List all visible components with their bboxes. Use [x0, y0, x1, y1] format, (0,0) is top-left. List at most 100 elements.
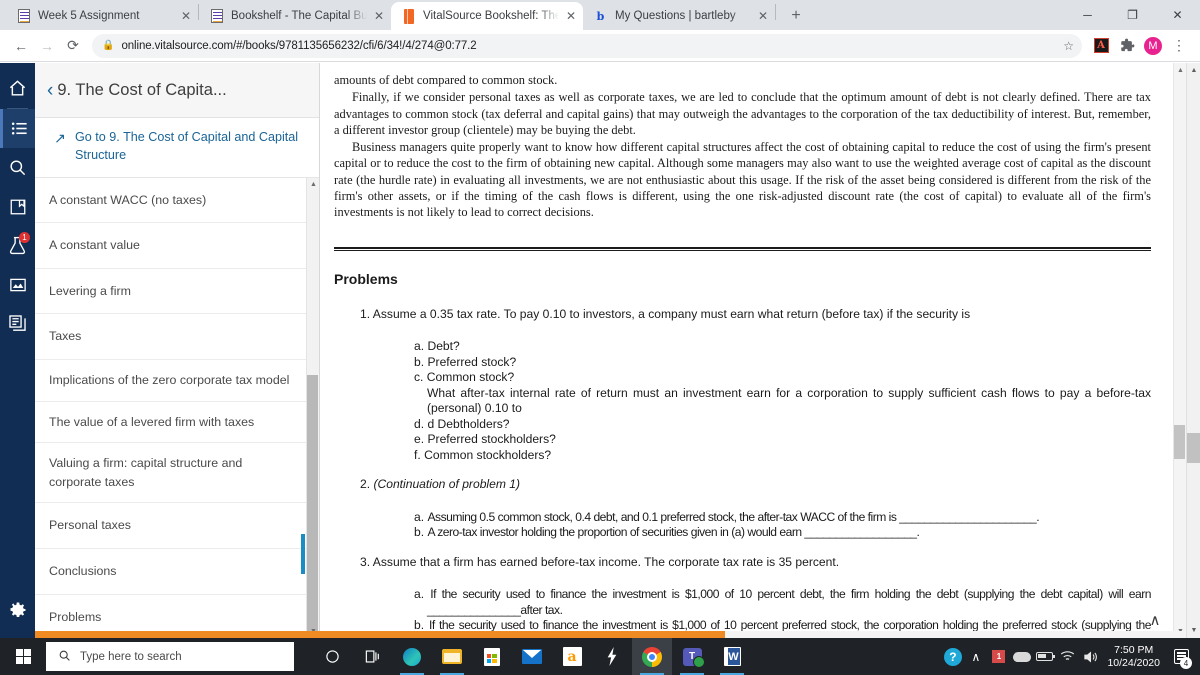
maximize-button[interactable]: ❐ — [1110, 0, 1155, 30]
profile-avatar[interactable]: M — [1140, 33, 1166, 59]
toc-item-2[interactable]: Levering a firm — [35, 269, 319, 315]
forward-icon[interactable]: → — [34, 33, 60, 59]
reload-icon[interactable]: ⟳ — [60, 33, 86, 59]
section-divider — [334, 246, 1151, 251]
pdf-glyph: A — [1093, 38, 1109, 53]
taskbar-file-explorer-button[interactable] — [432, 638, 472, 675]
rail-item-contents[interactable] — [0, 109, 35, 148]
reader-sidebar-rail: 1 — [0, 63, 35, 638]
mail-icon — [522, 649, 542, 664]
back-chevron-icon[interactable]: ‹ — [47, 81, 53, 100]
address-bar[interactable]: 🔒 online.vitalsource.com/#/books/9781135… — [92, 33, 1082, 58]
browser-scroll-up-icon[interactable]: ▲ — [1187, 63, 1200, 78]
problem-2-number: 2. — [360, 477, 371, 492]
taskbar-mail-button[interactable] — [512, 638, 552, 675]
toc-item-4[interactable]: Implications of the zero corporate tax m… — [35, 360, 319, 402]
taskbar-teams-button[interactable]: T — [672, 638, 712, 675]
amazon-icon: a — [562, 647, 582, 666]
taskbar-amazon-button[interactable]: a — [552, 638, 592, 675]
clock-time: 7:50 PM — [1114, 643, 1154, 656]
browser-tab-3[interactable]: b My Questions | bartleby ✕ — [583, 2, 775, 30]
scroll-to-top-icon[interactable]: ∧ — [1144, 610, 1166, 630]
close-icon[interactable]: ✕ — [178, 8, 194, 24]
teams-tray-icon[interactable]: 1 — [987, 638, 1010, 675]
toc-scrollbar-thumb[interactable] — [307, 374, 318, 638]
rail-item-home[interactable] — [0, 69, 35, 108]
section-heading-problems: Problems — [334, 270, 398, 287]
rail-item-notebook[interactable] — [0, 187, 35, 226]
rail-item-figures[interactable] — [0, 265, 35, 304]
reader-scrollbar-thumb[interactable] — [1174, 425, 1185, 459]
toc-item-1[interactable]: A constant value — [35, 223, 319, 269]
browser-tab-0[interactable]: Week 5 Assignment ✕ — [6, 2, 198, 30]
onedrive-cloud-icon[interactable] — [1010, 638, 1033, 675]
close-icon[interactable]: ✕ — [371, 8, 387, 24]
problem-1-number: 1. — [360, 306, 371, 321]
show-hidden-icons-chevron[interactable]: ∧ — [964, 638, 987, 675]
start-button[interactable] — [0, 638, 46, 675]
pdf-extension-icon[interactable]: A — [1088, 33, 1114, 59]
sub-label: e. — [414, 432, 425, 447]
toc-scroll-up-icon[interactable]: ▲ — [307, 178, 319, 192]
rail-item-flashcards[interactable]: 1 — [0, 226, 35, 265]
close-window-button[interactable]: ✕ — [1155, 0, 1200, 30]
sub-text: Common stockholders? — [424, 447, 552, 462]
taskbar-search-input[interactable]: Type here to search — [46, 642, 294, 671]
folder-icon — [442, 649, 462, 664]
clock-date: 10/24/2020 — [1107, 656, 1160, 669]
sub-label: c. — [414, 370, 424, 385]
back-icon[interactable]: ← — [8, 33, 34, 59]
problem-1-sub-d: d. d Debtholders? — [414, 417, 1151, 433]
taskbar-app-list: a T — [312, 638, 752, 675]
document-icon — [209, 9, 224, 24]
battery-icon[interactable] — [1033, 638, 1056, 675]
browser-tab-1[interactable]: Bookshelf - The Capital Budgeting ✕ — [199, 2, 391, 30]
new-tab-button[interactable]: + — [782, 2, 810, 30]
toc-item-0[interactable]: A constant WACC (no taxes) — [35, 178, 319, 224]
browser-tab-2-active[interactable]: VitalSource Bookshelf: The Capital ✕ — [391, 2, 583, 30]
taskbar-cortana-button[interactable] — [312, 638, 352, 675]
toc-item-7[interactable]: Personal taxes — [35, 503, 319, 549]
browser-menu-icon[interactable]: ⋮ — [1166, 33, 1192, 59]
sub-label: b. — [414, 354, 425, 369]
browser-scrollbar-thumb[interactable] — [1187, 433, 1200, 463]
taskbar-task-view-button[interactable] — [352, 638, 392, 675]
help-icon[interactable]: ? — [941, 638, 964, 675]
wifi-icon[interactable] — [1056, 638, 1079, 675]
taskbar-store-button[interactable] — [472, 638, 512, 675]
speaker-icon[interactable] — [1079, 638, 1102, 675]
taskbar-chrome-button[interactable] — [632, 638, 672, 675]
extensions-puzzle-icon[interactable] — [1114, 33, 1140, 59]
taskbar-clock[interactable]: 7:50 PM 10/24/2020 — [1102, 644, 1168, 670]
sub-label: a. — [414, 339, 425, 354]
toc-scrollbar[interactable]: ▲ ▼ — [306, 177, 319, 638]
close-icon[interactable]: ✕ — [563, 8, 579, 24]
toc-goto-link[interactable]: ↗ Go to 9. The Cost of Capital and Capit… — [35, 118, 319, 178]
taskbar-lightning-app-button[interactable] — [592, 638, 632, 675]
taskbar-word-button[interactable] — [712, 638, 752, 675]
toc-item-5[interactable]: The value of a levered firm with taxes — [35, 402, 319, 444]
tab-title: VitalSource Bookshelf: The Capital — [423, 10, 559, 22]
browser-toolbar: ← → ⟳ 🔒 online.vitalsource.com/#/books/9… — [0, 30, 1200, 62]
rail-item-search[interactable] — [0, 148, 35, 187]
toc-item-6[interactable]: Valuing a firm: capital structure and co… — [35, 443, 319, 504]
rail-item-settings[interactable] — [0, 600, 35, 620]
document-icon — [16, 9, 31, 24]
reading-progress-bar[interactable] — [35, 631, 1186, 638]
vitalsource-icon — [401, 8, 416, 24]
bookmark-star-icon[interactable]: ☆ — [1063, 39, 1074, 53]
close-icon[interactable]: ✕ — [755, 8, 771, 24]
tab-title: Bookshelf - The Capital Budgeting — [231, 10, 367, 22]
action-center-count: 4 — [1180, 657, 1192, 669]
toc-item-3[interactable]: Taxes — [35, 314, 319, 360]
action-center-button[interactable]: 4 — [1168, 638, 1194, 675]
toc-item-8[interactable]: Conclusions — [35, 549, 319, 595]
browser-scrollbar[interactable]: ▲ ▼ — [1186, 63, 1200, 638]
browser-scroll-down-icon[interactable]: ▼ — [1187, 623, 1200, 638]
toc-goto-label: Go to 9. The Cost of Capital and Capital… — [75, 130, 299, 163]
toc-item-list: A constant WACC (no taxes) A constant va… — [35, 177, 319, 638]
rail-item-pages[interactable] — [0, 304, 35, 343]
minimize-button[interactable]: ─ — [1065, 0, 1110, 30]
reader-scrollbar[interactable]: ▲ ▼ — [1173, 63, 1186, 638]
taskbar-edge-button[interactable] — [392, 638, 432, 675]
